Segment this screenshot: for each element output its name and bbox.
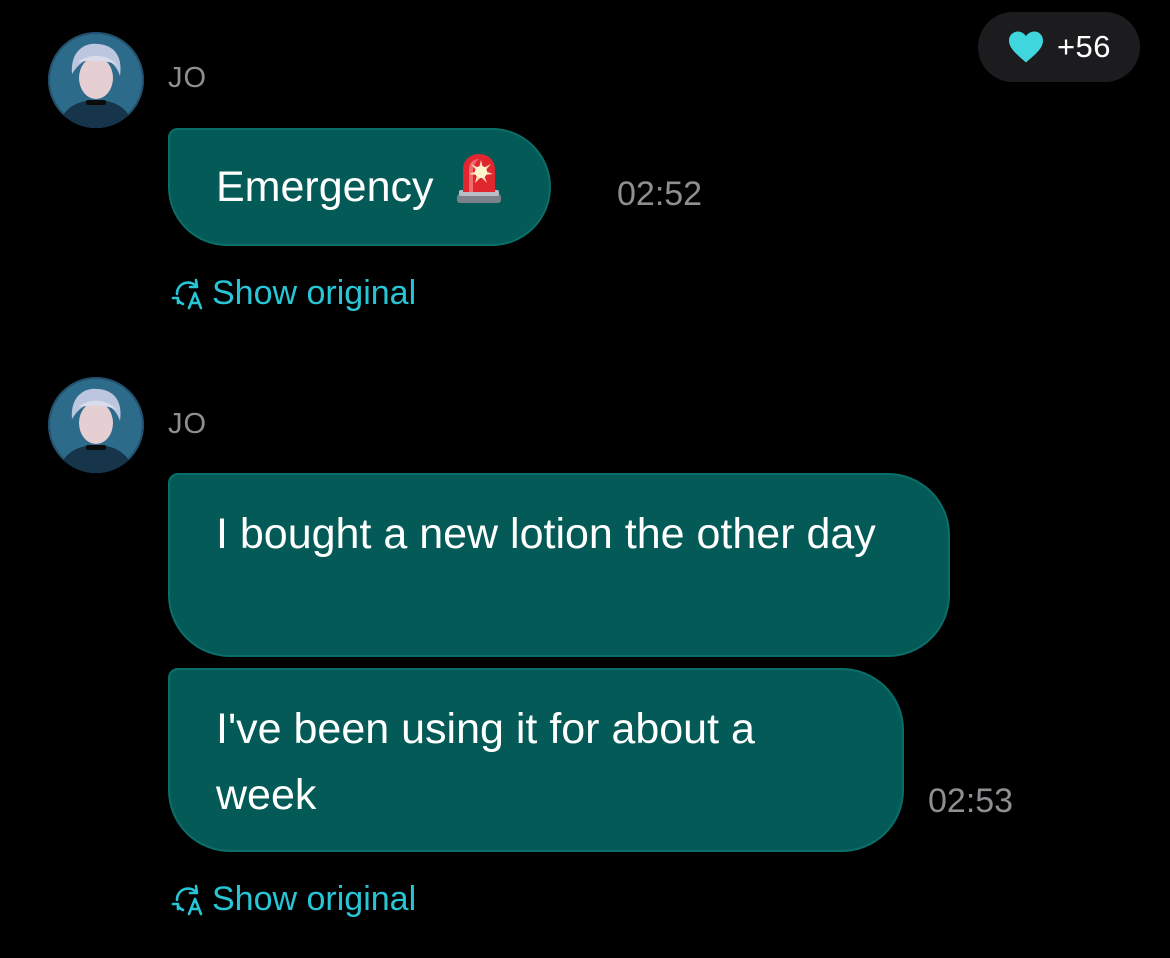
message-bubble[interactable]: Emergency	[168, 128, 552, 246]
sender-name: JO	[168, 408, 208, 440]
sender-name: JO	[168, 62, 208, 94]
show-original-label: Show original	[212, 274, 417, 312]
message-text: I bought a new lotion the other day	[216, 510, 876, 558]
message-text: Emergency	[216, 163, 434, 211]
translate-icon	[170, 277, 206, 311]
show-original-link[interactable]: Show original	[170, 274, 416, 313]
message-bubble[interactable]: I bought a new lotion the other day	[168, 473, 950, 657]
police-light-emoji	[455, 152, 503, 223]
likes-counter[interactable]: +56	[978, 12, 1140, 82]
translate-icon	[170, 883, 206, 917]
message-bubble[interactable]: I've been using it for about a week	[168, 668, 904, 852]
heart-icon	[1007, 30, 1045, 64]
likes-count: +56	[1056, 29, 1112, 64]
avatar[interactable]	[48, 377, 144, 473]
message-timestamp: 02:53	[928, 782, 1014, 820]
message-text: I've been using it for about a week	[216, 705, 755, 819]
avatar[interactable]	[48, 32, 144, 128]
show-original-link[interactable]: Show original	[170, 880, 416, 919]
show-original-label: Show original	[212, 880, 417, 918]
message-timestamp: 02:52	[617, 175, 703, 213]
